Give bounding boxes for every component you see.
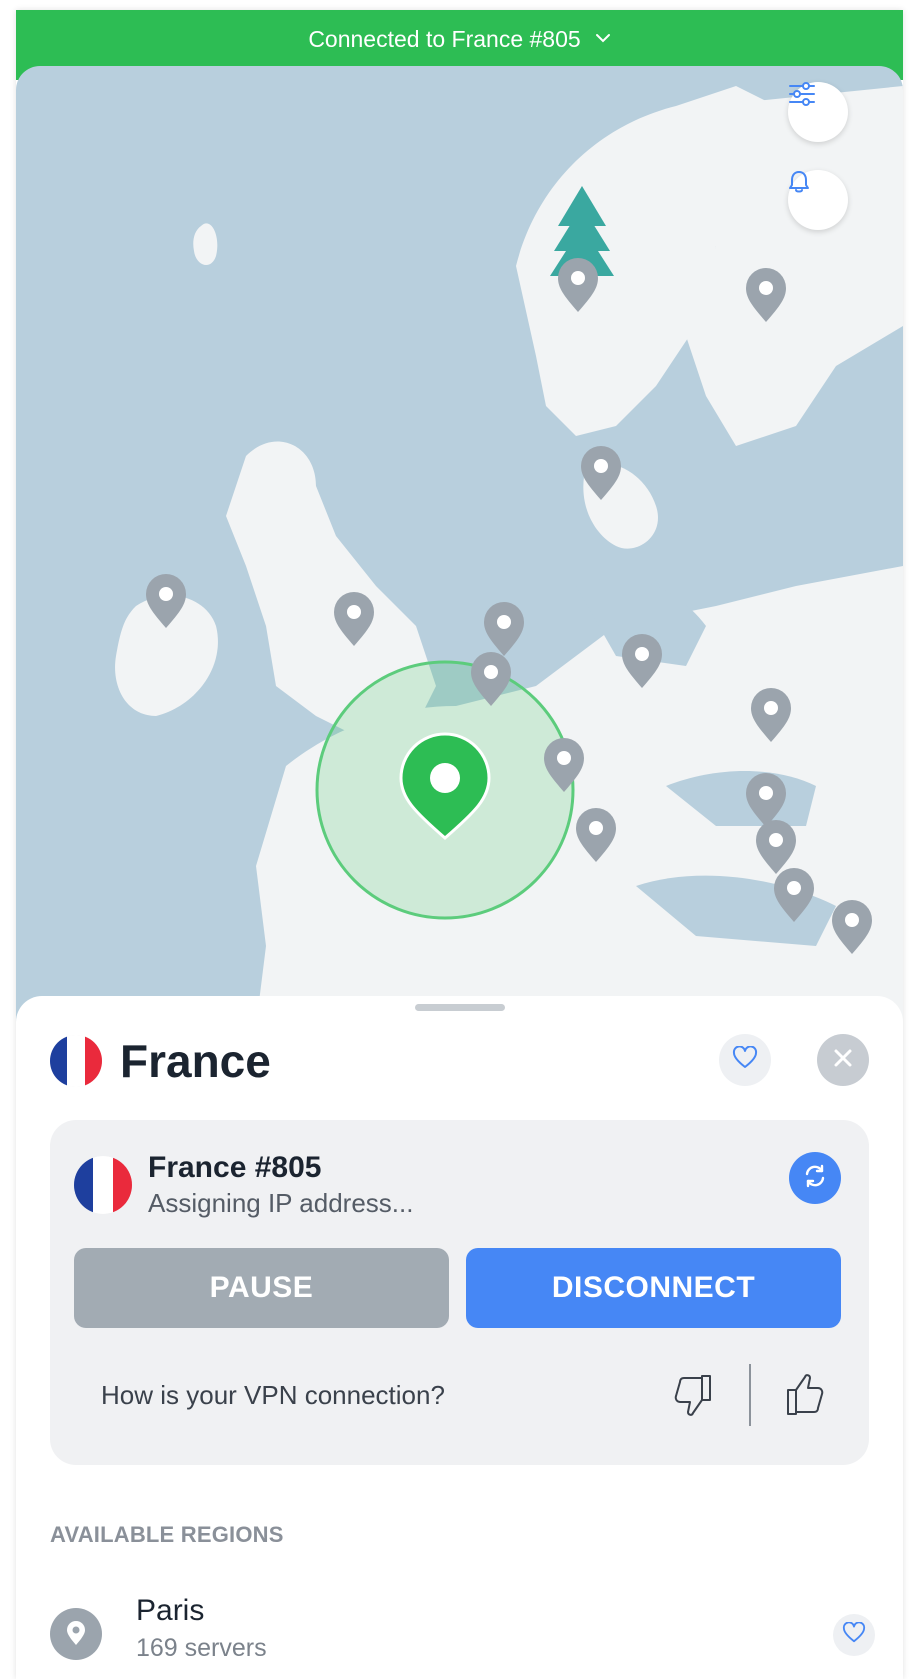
- france-flag-icon: [74, 1156, 132, 1214]
- france-flag-icon: [50, 1035, 102, 1087]
- reconnect-button[interactable]: [789, 1152, 841, 1204]
- server-bottom-sheet: France France #805 Assigning IP address.…: [16, 996, 903, 1679]
- feedback-question: How is your VPN connection?: [101, 1380, 445, 1410]
- regions-section-title: AVAILABLE REGIONS: [50, 1522, 284, 1547]
- app-frame: Connected to France #805 France France #…: [16, 10, 903, 1679]
- country-header: France: [50, 1034, 271, 1088]
- chevron-down-icon: [595, 30, 611, 48]
- region-list-item[interactable]: Paris 169 servers: [50, 1594, 875, 1674]
- close-button[interactable]: [817, 1034, 869, 1086]
- feedback-divider: [749, 1364, 751, 1426]
- refresh-icon: [801, 1162, 829, 1195]
- thumbs-up-icon: [784, 1372, 832, 1423]
- heart-icon: [732, 1044, 758, 1075]
- favorite-region-button[interactable]: [833, 1614, 875, 1656]
- location-pin-icon: [50, 1608, 102, 1660]
- connection-card: France #805 Assigning IP address... PAUS…: [50, 1120, 869, 1465]
- server-name: France #805: [148, 1151, 322, 1184]
- thumbs-down-icon: [672, 1372, 720, 1423]
- region-server-count: 169 servers: [136, 1634, 267, 1662]
- favorite-country-button[interactable]: [719, 1034, 771, 1086]
- heart-icon: [842, 1620, 866, 1649]
- settings-button[interactable]: [788, 82, 848, 142]
- notifications-button[interactable]: [788, 170, 848, 230]
- server-info: France #805 Assigning IP address...: [74, 1150, 413, 1220]
- close-icon: [832, 1047, 854, 1074]
- region-name: Paris: [136, 1594, 205, 1627]
- connection-status-text: Connected to France #805: [308, 26, 581, 52]
- thumbs-up-button[interactable]: [782, 1372, 834, 1422]
- pause-button[interactable]: PAUSE: [74, 1248, 449, 1328]
- server-status: Assigning IP address...: [148, 1188, 414, 1218]
- thumbs-down-button[interactable]: [670, 1372, 722, 1422]
- sheet-drag-handle[interactable]: [415, 1004, 505, 1011]
- disconnect-button[interactable]: DISCONNECT: [466, 1248, 841, 1328]
- country-name: France: [120, 1035, 271, 1087]
- server-map[interactable]: [16, 66, 903, 1026]
